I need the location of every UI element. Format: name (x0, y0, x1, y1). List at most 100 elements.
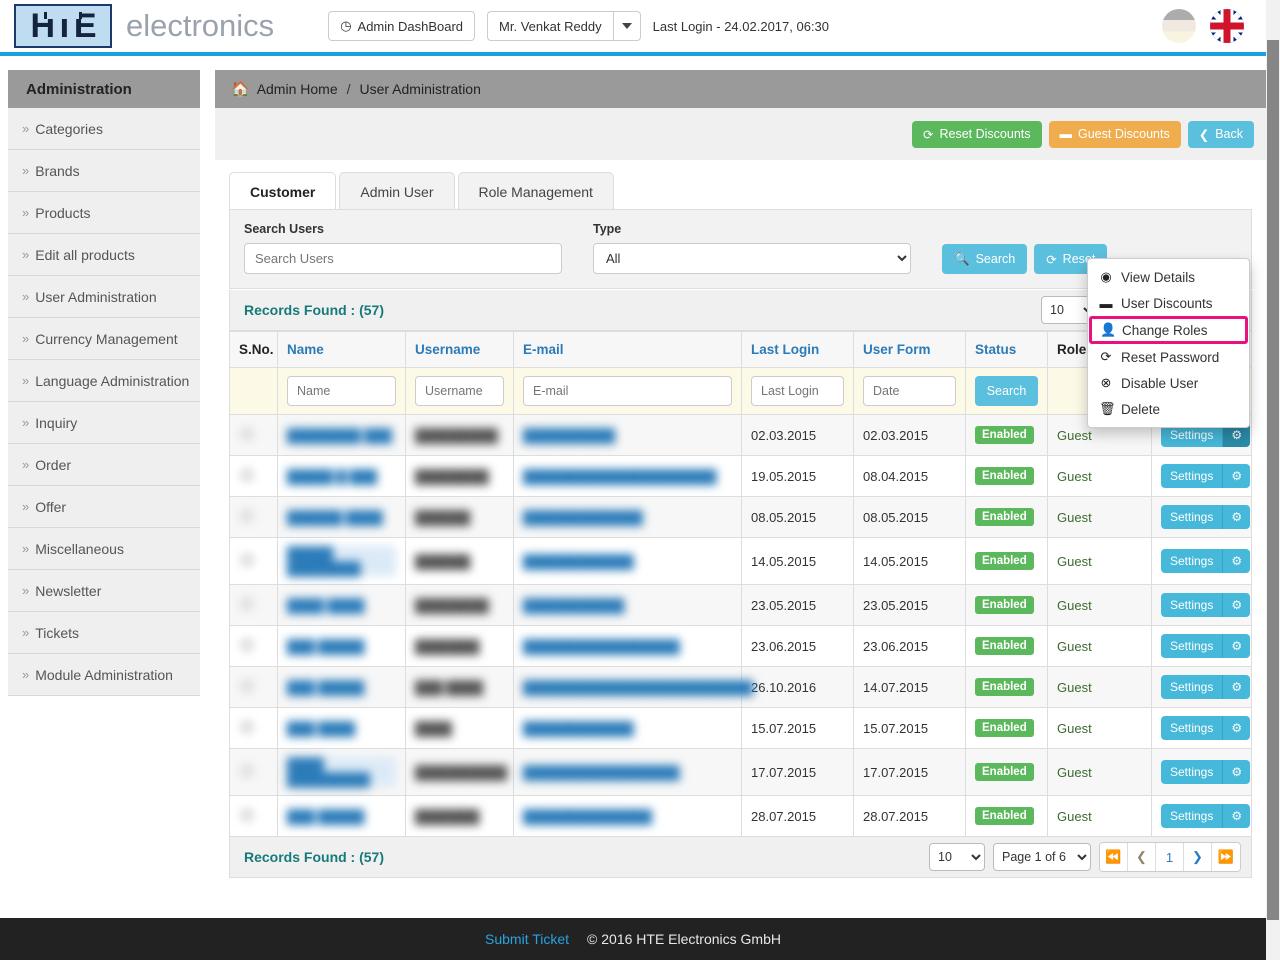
role-value: Guest (1057, 509, 1092, 525)
menu-item-change-roles[interactable]: 👤 Change Roles (1089, 316, 1248, 344)
settings-button[interactable]: Settings (1161, 593, 1223, 617)
gear-icon[interactable]: ⚙ (1222, 549, 1251, 573)
sidebar-item-user-administration[interactable]: » User Administration (8, 276, 200, 318)
sidebar-item-products[interactable]: » Products (8, 192, 200, 234)
cell-name[interactable]: ████████ ███ (277, 414, 406, 456)
gear-icon[interactable]: ⚙ (1222, 716, 1251, 740)
cell-email[interactable]: ██████████ (513, 414, 742, 456)
menu-item-delete[interactable]: 🗑 Delete (1088, 396, 1249, 422)
menu-item-disable-user[interactable]: ⊗ Disable User (1088, 370, 1249, 396)
cell-email[interactable]: ████████████ (513, 707, 742, 749)
settings-button[interactable]: Settings (1161, 549, 1223, 573)
uk-flag-icon[interactable] (1210, 9, 1244, 43)
page-scrollbar[interactable] (1266, 0, 1280, 960)
cell-name[interactable]: ███ █████ (277, 625, 406, 667)
cell-name[interactable]: ██████ ████ (277, 496, 406, 538)
guest-discounts-button[interactable]: ▬ Guest Discounts (1048, 120, 1181, 148)
sidebar-item-brands[interactable]: » Brands (8, 150, 200, 192)
filter-email-input[interactable] (523, 376, 732, 406)
sidebar-item-tickets[interactable]: » Tickets (8, 612, 200, 654)
cell-name[interactable]: ███ █████ (277, 666, 406, 708)
sidebar-item-order[interactable]: » Order (8, 444, 200, 486)
back-button[interactable]: ❮ Back (1187, 120, 1254, 148)
cell-email[interactable]: █████████████████████ (513, 455, 742, 497)
cell-email[interactable]: █████████████████ (513, 625, 742, 667)
col-user-form[interactable]: User Form (853, 331, 966, 368)
tab-customer[interactable]: Customer (229, 172, 337, 210)
rows-per-page-select-bottom[interactable]: 10 (929, 843, 985, 871)
sidebar-item-language-administration[interactable]: » Language Administration (8, 360, 200, 402)
settings-button[interactable]: Settings (1161, 634, 1223, 658)
col-status[interactable]: Status (965, 331, 1048, 368)
gear-icon[interactable]: ⚙ (1222, 593, 1251, 617)
menu-item-view-details[interactable]: ◉ View Details (1088, 264, 1249, 290)
breadcrumb-home[interactable]: Admin Home (257, 81, 338, 97)
sidebar-item-edit-all-products[interactable]: » Edit all products (8, 234, 200, 276)
gear-icon[interactable]: ⚙ (1222, 760, 1251, 784)
cell-actions: Settings ⚙ (1151, 795, 1252, 837)
cell-name[interactable]: ████ █████████ (277, 748, 406, 796)
tab-role-management[interactable]: Role Management (457, 172, 614, 210)
user-menu-toggle[interactable] (612, 11, 641, 41)
menu-item-user-discounts[interactable]: ▬ User Discounts (1088, 290, 1249, 316)
col-last-login[interactable]: Last Login (741, 331, 854, 368)
search-button[interactable]: 🔍 Search (942, 244, 1028, 274)
filter-name-input[interactable] (287, 376, 396, 406)
sidebar-item-categories[interactable]: » Categories (8, 108, 200, 150)
sidebar-item-inquiry[interactable]: » Inquiry (8, 402, 200, 444)
first-page-button[interactable]: ⏪ (1100, 843, 1128, 871)
gear-icon[interactable]: ⚙ (1222, 505, 1251, 529)
username-value: █████████ (415, 427, 498, 443)
menu-item-reset-password[interactable]: ⟳ Reset Password (1088, 344, 1249, 370)
settings-button[interactable]: Settings (1161, 675, 1223, 699)
settings-button[interactable]: Settings (1161, 716, 1223, 740)
filter-username-input[interactable] (415, 376, 504, 406)
settings-button[interactable]: Settings (1161, 464, 1223, 488)
submit-ticket-link[interactable]: Submit Ticket (485, 931, 569, 947)
cell-email[interactable]: █████████████ (513, 496, 742, 538)
gear-icon[interactable]: ⚙ (1222, 804, 1251, 828)
sidebar-item-currency-management[interactable]: » Currency Management (8, 318, 200, 360)
col-username[interactable]: Username (405, 331, 514, 368)
brand-logo[interactable]: HTE electronics (0, 4, 274, 48)
filter-search-button[interactable]: Search (975, 376, 1038, 406)
search-users-input[interactable] (244, 243, 562, 274)
sidebar-item-offer[interactable]: » Offer (8, 486, 200, 528)
page-number-button[interactable]: 1 (1156, 843, 1184, 871)
tab-admin-user[interactable]: Admin User (339, 172, 455, 210)
sidebar-item-label: User Administration (35, 288, 157, 305)
sidebar-item-newsletter[interactable]: » Newsletter (8, 570, 200, 612)
settings-button[interactable]: Settings (1161, 804, 1223, 828)
cell-email[interactable]: █████████████████ (513, 748, 742, 796)
scrollbar-thumb[interactable] (1267, 40, 1279, 920)
next-page-button[interactable]: ❯ (1184, 843, 1212, 871)
admin-dashboard-button[interactable]: ◷ Admin DashBoard (328, 11, 476, 41)
cell-name[interactable]: ███ █████ (277, 795, 406, 837)
cell-name[interactable]: ████ ████ (277, 584, 406, 626)
gear-icon[interactable]: ⚙ (1222, 464, 1251, 488)
settings-button[interactable]: Settings (1161, 760, 1223, 784)
cell-email[interactable]: █████████████████████████ (513, 666, 754, 708)
col-name[interactable]: Name (277, 331, 406, 368)
col-email[interactable]: E-mail (513, 331, 742, 368)
last-page-button[interactable]: ⏩ (1212, 843, 1240, 871)
gear-icon[interactable]: ⚙ (1222, 675, 1251, 699)
settings-button[interactable]: Settings (1161, 505, 1223, 529)
sidebar-item-miscellaneous[interactable]: » Miscellaneous (8, 528, 200, 570)
cell-email[interactable]: ████████████ (513, 537, 742, 585)
prev-page-button[interactable]: ❮ (1128, 843, 1156, 871)
cell-name[interactable]: ███ ████ (277, 707, 406, 749)
cell-email[interactable]: ██████████████ (513, 795, 742, 837)
reset-discounts-button[interactable]: ⟳ Reset Discounts (912, 120, 1042, 148)
sidebar-item-module-administration[interactable]: » Module Administration (8, 654, 200, 696)
cell-email[interactable]: ███████████ (513, 584, 742, 626)
filter-userform-input[interactable] (863, 376, 956, 406)
page-select-bottom[interactable]: Page 1 of 6 (993, 843, 1091, 871)
german-flag-icon[interactable] (1162, 9, 1196, 43)
type-select[interactable]: All (593, 243, 911, 274)
cell-name[interactable]: █████ █ ███ (277, 455, 406, 497)
cell-name[interactable]: █████ ████████ (277, 537, 406, 585)
user-name-button[interactable]: Mr. Venkat Reddy (487, 11, 613, 41)
filter-lastlogin-input[interactable] (751, 376, 844, 406)
gear-icon[interactable]: ⚙ (1222, 634, 1251, 658)
